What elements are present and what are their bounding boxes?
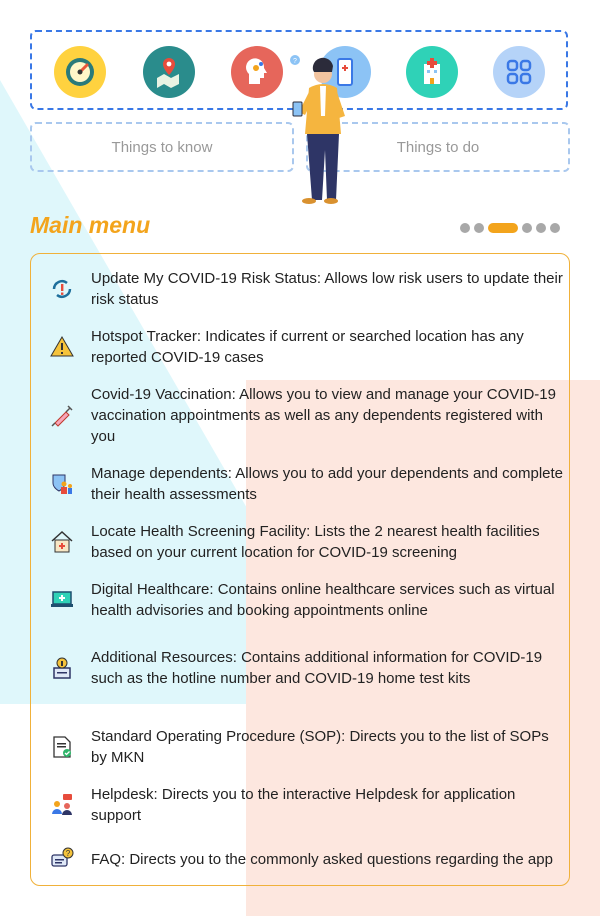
menu-item-risk-status[interactable]: Update My COVID-19 Risk Status: Allows l… [45, 268, 565, 310]
laptop-health-icon [45, 583, 79, 617]
map-pin-icon[interactable] [143, 46, 195, 98]
house-health-icon [45, 525, 79, 559]
faq-chat-icon: ? [45, 842, 79, 876]
hospital-icon[interactable] [406, 46, 458, 98]
grid-apps-icon[interactable] [493, 46, 545, 98]
family-shield-icon [45, 467, 79, 501]
menu-item-vaccination[interactable]: Covid-19 Vaccination: Allows you to view… [45, 384, 565, 447]
menu-item-label: FAQ: Directs you to the commonly asked q… [91, 850, 553, 868]
carousel-dot[interactable] [536, 223, 546, 233]
menu-item-helpdesk[interactable]: Helpdesk: Directs you to the interactive… [45, 784, 565, 826]
warning-icon [45, 330, 79, 364]
menu-item-manage-dependents[interactable]: Manage dependents: Allows you to add you… [45, 463, 565, 505]
menu-item-label: Standard Operating Procedure (SOP): Dire… [91, 728, 549, 766]
menu-item-label: Digital Healthcare: Contains online heal… [91, 581, 555, 619]
menu-item-label: Covid-19 Vaccination: Allows you to view… [91, 386, 556, 445]
info-resource-icon [45, 651, 79, 685]
menu-item-additional-resources[interactable]: Additional Resources: Contains additiona… [45, 647, 565, 689]
menu-item-digital-healthcare[interactable]: Digital Healthcare: Contains online heal… [45, 579, 565, 621]
menu-item-health-screening[interactable]: Locate Health Screening Facility: Lists … [45, 521, 565, 563]
menu-item-label: Locate Health Screening Facility: Lists … [91, 523, 540, 561]
gauge-icon[interactable] [54, 46, 106, 98]
things-to-know-button[interactable]: Things to know [30, 122, 294, 172]
menu-item-faq[interactable]: ? FAQ: Directs you to the commonly asked… [45, 842, 565, 876]
syringe-icon [45, 399, 79, 433]
menu-item-sop[interactable]: Standard Operating Procedure (SOP): Dire… [45, 726, 565, 768]
person-illustration: ? [290, 55, 345, 204]
menu-item-hotspot-tracker[interactable]: Hotspot Tracker: Indicates if current or… [45, 326, 565, 368]
helpdesk-icon [45, 788, 79, 822]
menu-item-label: Manage dependents: Allows you to add you… [91, 465, 564, 503]
carousel-indicator[interactable] [460, 223, 560, 233]
main-menu-list: Update My COVID-19 Risk Status: Allows l… [30, 253, 570, 886]
carousel-dot[interactable] [522, 223, 532, 233]
document-check-icon [45, 730, 79, 764]
menu-item-label: Update My COVID-19 Risk Status: Allows l… [91, 270, 563, 308]
carousel-dot-active[interactable] [488, 223, 518, 233]
menu-item-label: Additional Resources: Contains additiona… [91, 649, 543, 687]
menu-item-label: Helpdesk: Directs you to the interactive… [91, 786, 516, 824]
refresh-alert-icon [45, 272, 79, 306]
carousel-dot[interactable] [460, 223, 470, 233]
main-menu-title: Main menu [30, 212, 151, 238]
head-gears-icon[interactable] [231, 46, 283, 98]
carousel-dot[interactable] [550, 223, 560, 233]
svg-text:?: ? [66, 849, 71, 858]
svg-text:?: ? [293, 58, 297, 65]
carousel-dot[interactable] [474, 223, 484, 233]
menu-item-label: Hotspot Tracker: Indicates if current or… [91, 328, 524, 366]
